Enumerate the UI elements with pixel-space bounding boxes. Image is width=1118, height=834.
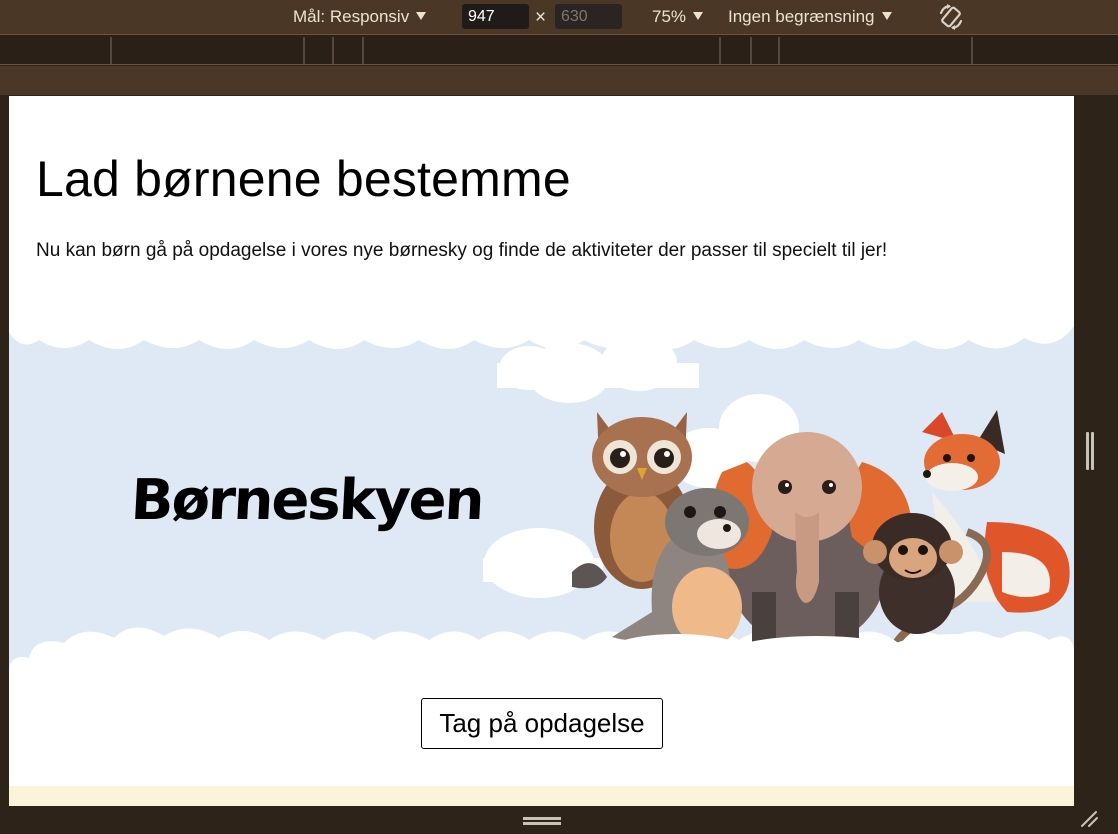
target-dropdown[interactable]: Mål: Responsiv [293, 0, 427, 34]
breakpoint-marker[interactable] [110, 37, 112, 64]
borneskyen-logo: Børneskyen [129, 468, 485, 533]
width-resize-handle[interactable] [1086, 432, 1094, 470]
page-title: Lad børnene bestemme [36, 151, 571, 207]
throttle-label: Ingen begrænsning [728, 7, 875, 26]
caret-down-icon [881, 12, 892, 20]
explore-button[interactable]: Tag på opdagelse [421, 698, 663, 749]
height-resize-handle[interactable] [523, 815, 561, 827]
target-label: Mål: Responsiv [293, 7, 410, 26]
breakpoint-marker[interactable] [750, 37, 752, 64]
caret-down-icon [693, 12, 704, 20]
breakpoint-marker[interactable] [332, 37, 334, 64]
media-query-bar [0, 34, 1118, 65]
dimension-separator: × [535, 7, 547, 28]
rotate-device-icon[interactable] [937, 3, 965, 31]
throttle-dropdown[interactable]: Ingen begrænsning [728, 0, 892, 34]
zoom-dropdown[interactable]: 75% [652, 0, 704, 34]
page-description: Nu kan børn gå på opdagelse i vores nye … [36, 240, 888, 261]
devtools-toolbar: Mål: Responsiv 947 × 630 75% Ingen begræ… [0, 0, 1118, 34]
breakpoint-marker[interactable] [778, 37, 780, 64]
animals-illustration [572, 410, 1070, 652]
breakpoint-marker[interactable] [719, 37, 721, 64]
height-input[interactable]: 630 [555, 4, 622, 29]
resize-handle-icon[interactable] [1080, 810, 1100, 828]
responsive-viewport: Lad børnene bestemme Nu kan børn gå på o… [9, 96, 1074, 806]
width-input[interactable]: 947 [462, 4, 529, 29]
footer-band [9, 786, 1074, 806]
zoom-label: 75% [652, 7, 687, 26]
breakpoint-marker[interactable] [303, 37, 305, 64]
caret-down-icon [416, 12, 427, 20]
ruler-bar [0, 66, 1118, 95]
breakpoint-marker[interactable] [362, 37, 364, 64]
breakpoint-marker[interactable] [971, 37, 973, 64]
